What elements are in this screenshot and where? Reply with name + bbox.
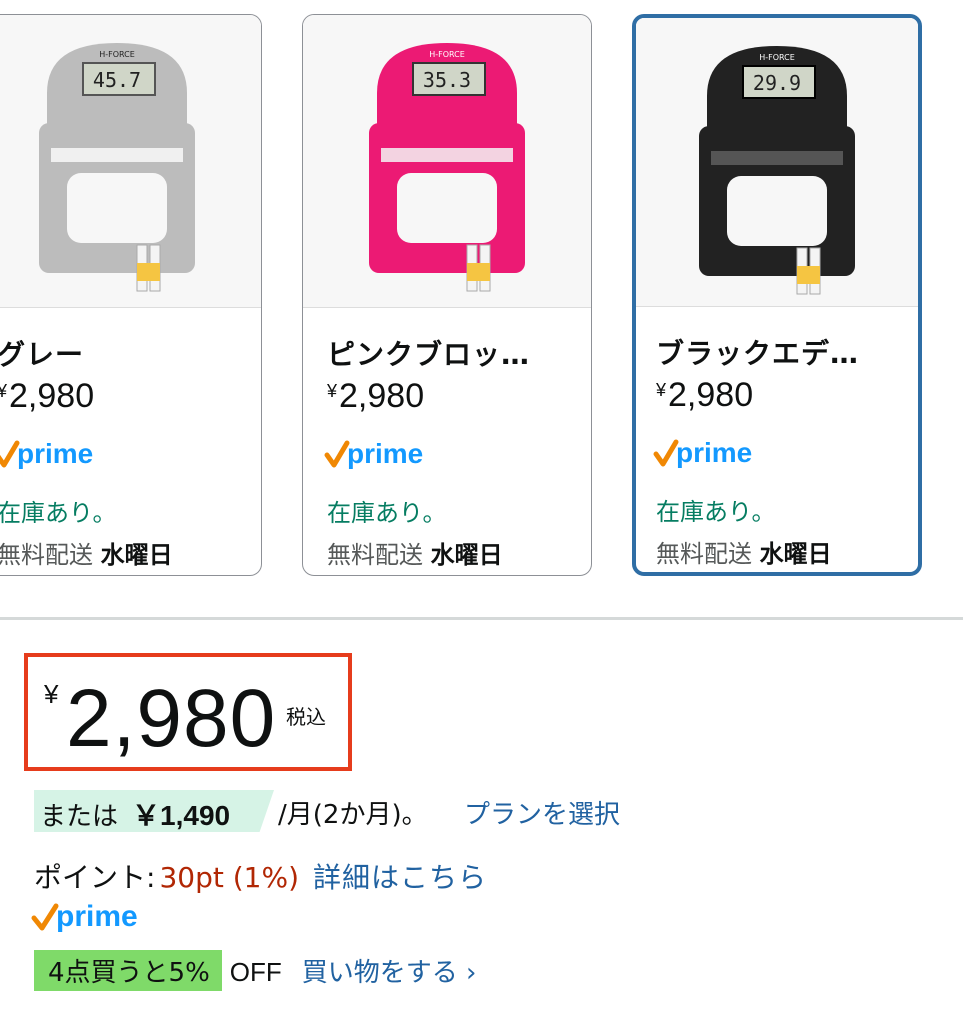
- prime-icon: prime: [653, 437, 752, 468]
- display-text-black: 29.9: [753, 71, 801, 95]
- price-currency: ¥: [44, 679, 59, 709]
- section-divider: [0, 617, 963, 620]
- svg-text:prime: prime: [17, 438, 93, 469]
- shop-link[interactable]: 買い物をする ›: [302, 958, 477, 988]
- installment-period: /月(2か月)。: [278, 800, 428, 830]
- installment-amount: または ￥1,490: [40, 800, 231, 832]
- shipping-info: 無料配送 水曜日: [327, 541, 503, 569]
- display-text-pink: 35.3: [423, 68, 471, 92]
- stock-status: 在庫あり。: [327, 499, 447, 527]
- product-image-black: 29.9 H-FORCE: [636, 18, 918, 307]
- points-details-link[interactable]: 詳細はこちら: [313, 861, 487, 894]
- select-plan-link[interactable]: プランを選択: [464, 794, 620, 831]
- points-row: ポイント: 30pt (1%) 詳細はこちら: [34, 856, 487, 896]
- dynamometer-image: 35.3 H-FORCE: [369, 43, 525, 292]
- stock-status: 在庫あり。: [0, 499, 117, 527]
- prime-icon: prime: [31, 900, 138, 933]
- product-label-pink: H-FORCE: [429, 50, 465, 59]
- product-label-black: H-FORCE: [759, 53, 795, 62]
- tax-label: 税込: [286, 705, 326, 729]
- product-label-gray: H-FORCE: [99, 50, 135, 59]
- display-text-gray: 45.7: [93, 68, 141, 92]
- prime-icon: prime: [0, 438, 93, 469]
- prime-badge: prime: [0, 433, 123, 477]
- dynamometer-image: 29.9 H-FORCE: [699, 46, 855, 295]
- variation-card-black[interactable]: 29.9 H-FORCE ブラックエデ… ¥2,980 prime 在庫あり。 …: [632, 14, 922, 576]
- variation-card-pink[interactable]: 35.3 H-FORCE ピンクブロッ… ¥2,980 prime 在庫あり。 …: [302, 14, 592, 576]
- variation-name: グレー: [0, 338, 85, 371]
- prime-badge: prime: [652, 432, 782, 476]
- product-image-pink: 35.3 H-FORCE: [303, 15, 591, 308]
- points-label: ポイント:: [34, 861, 156, 894]
- prime-badge: prime: [30, 894, 170, 940]
- variation-card-gray[interactable]: 45.7 H-FORCE グレー ¥2,980 prime 在庫あり。 無料配送…: [0, 14, 262, 576]
- points-value: 30pt (1%): [159, 861, 299, 894]
- svg-text:prime: prime: [56, 900, 138, 933]
- svg-text:prime: prime: [676, 437, 752, 468]
- variation-price: ¥2,980: [327, 377, 425, 415]
- svg-text:prime: prime: [347, 438, 423, 469]
- variation-price: ¥2,980: [0, 377, 95, 415]
- variation-name: ブラックエデ…: [656, 337, 860, 370]
- variation-price: ¥2,980: [656, 376, 754, 414]
- prime-badge: prime: [323, 433, 453, 477]
- dynamometer-image: 45.7 H-FORCE: [39, 43, 195, 292]
- variation-name: ピンクブロッ…: [327, 338, 531, 371]
- shipping-info: 無料配送 水曜日: [656, 540, 832, 568]
- prime-icon: prime: [324, 438, 423, 469]
- stock-status: 在庫あり。: [656, 498, 776, 526]
- product-image-gray: 45.7 H-FORCE: [0, 15, 261, 308]
- price-amount: 2,980: [66, 673, 277, 764]
- main-price: ¥ 2,980 税込: [24, 653, 352, 771]
- promo-row: 4点買うと5% OFF 買い物をする ›: [34, 950, 476, 991]
- promo-off-label: OFF: [229, 957, 282, 987]
- promo-badge: 4点買うと5%: [34, 950, 222, 991]
- shipping-info: 無料配送 水曜日: [0, 541, 173, 569]
